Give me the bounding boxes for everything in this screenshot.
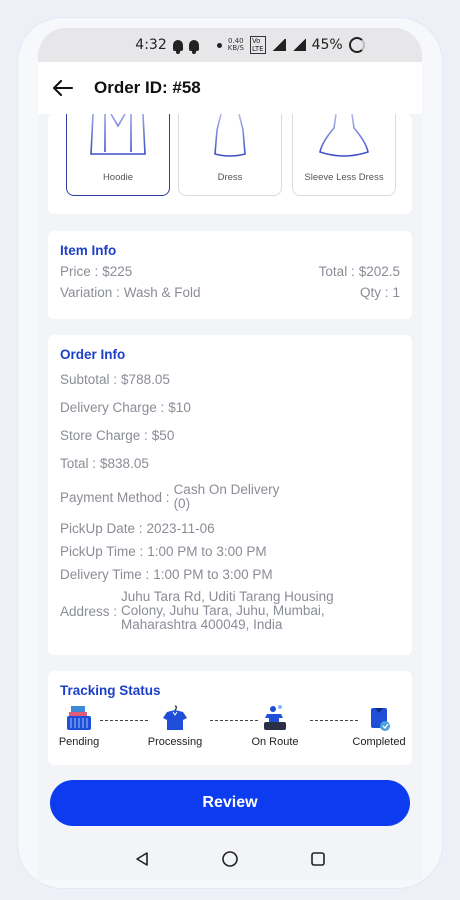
system-nav-bar [38, 838, 422, 880]
product-label: Sleeve Less Dress [304, 172, 384, 183]
review-button[interactable]: Review [50, 780, 410, 826]
tracking-step-label: On Route [251, 736, 299, 748]
washing-icon [264, 705, 286, 730]
payment-method-label: Payment Method : [60, 489, 170, 505]
square-recents-icon [311, 852, 325, 866]
tracking-step-pending: Pending [44, 704, 114, 748]
tracking-card: Tracking Status Pending Processing On Ro… [48, 671, 412, 765]
dress-icon [214, 114, 246, 157]
signal-icon [271, 39, 286, 51]
review-button-wrap: Review [50, 780, 410, 826]
item-total-label: Total : [318, 264, 355, 279]
battery-icon [348, 37, 365, 53]
circle-home-icon [222, 851, 238, 867]
tracking-step-label: Processing [147, 736, 203, 748]
pickup-time-value: 1:00 PM to 3:00 PM [147, 544, 267, 559]
subtotal-label: Subtotal : [60, 372, 118, 387]
net-speed-unit: KB/S [227, 44, 244, 52]
screen: 4:32 0.40 KB/S VoLTE 45% Order ID: #58 [38, 28, 422, 880]
store-charge-value: $50 [151, 428, 175, 443]
tracking-step-on-route: On Route [240, 704, 310, 748]
arrow-left-icon [53, 80, 73, 96]
item-total-value: $202.5 [358, 264, 400, 279]
battery-percent: 45% [311, 37, 343, 53]
order-total-label: Total : [60, 456, 97, 471]
address-line-1: Juhu Tara Rd, Uditi Tarang Housing [121, 589, 334, 604]
triangle-back-icon [136, 852, 148, 866]
delivery-time-value: 1:00 PM to 3:00 PM [153, 567, 273, 582]
back-button[interactable] [38, 62, 88, 114]
product-card-sleeveless-dress[interactable]: Sleeve Less Dress [292, 114, 396, 196]
laundry-basket-icon [67, 706, 91, 730]
tracking-title: Tracking Status [60, 683, 161, 698]
store-charge-label: Store Charge : [60, 428, 148, 443]
notification-bell-icon [172, 39, 183, 54]
delivery-charge-value: $10 [168, 400, 191, 415]
status-time: 4:32 [135, 37, 167, 53]
tracking-step-label: Pending [58, 736, 100, 748]
payment-method-line-2: (0) [173, 496, 191, 511]
qty-value: 1 [392, 285, 400, 300]
notification-bell-icon-2 [188, 39, 199, 54]
payment-method-line-1: Cash On Delivery [173, 482, 280, 497]
product-label: Hoodie [102, 172, 134, 183]
price-label: Price : [60, 264, 99, 279]
product-card-dress[interactable]: Dress [178, 114, 282, 196]
address-label: Address : [60, 603, 118, 619]
subtotal-value: $788.05 [121, 372, 170, 387]
delivery-charge-label: Delivery Charge : [60, 400, 165, 415]
variation-label: Variation : [60, 285, 120, 300]
shirt-hanger-icon [163, 705, 187, 730]
tracking-step-label: Completed [352, 736, 406, 748]
nav-home-button[interactable] [210, 844, 250, 874]
order-info-card: Order Info Subtotal : $788.05 Delivery Ch… [48, 335, 412, 655]
pickup-date-value: 2023-11-06 [146, 521, 215, 536]
page-title: Order ID: #58 [94, 78, 201, 97]
app-header: Order ID: #58 [38, 62, 422, 114]
address-value: Juhu Tara Rd, Uditi Tarang Housing Colon… [121, 590, 334, 632]
variation-value: Wash & Fold [123, 285, 201, 300]
nav-recents-button[interactable] [298, 844, 338, 874]
tracking-step-processing: Processing [140, 704, 210, 748]
folded-shirt-icon [371, 708, 390, 731]
payment-method-value: Cash On Delivery (0) [174, 483, 280, 511]
qty-label: Qty : [359, 285, 389, 300]
address-line-2: Colony, Juhu Tara, Juhu, Mumbai, [121, 603, 325, 618]
price-value: $225 [102, 264, 133, 279]
sleeveless-dress-icon [319, 114, 369, 157]
products-card: Hoodie Dress Sleeve Less Dress [48, 114, 412, 214]
tracking-steps: Pending Processing On Route Completed [59, 704, 406, 754]
item-info-card: Item Info Price : $225 Total : $202.5 Vari… [48, 231, 412, 319]
product-label: Dress [217, 172, 243, 183]
pickup-date-label: PickUp Date : [60, 521, 143, 536]
net-speed: 0.40 KB/S [228, 38, 244, 52]
delivery-time-label: Delivery Time : [60, 567, 150, 582]
item-info-title: Item Info [60, 243, 117, 258]
volte-icon: Vo LTE [249, 36, 266, 54]
address-line-3: Maharashtra 400049, India [121, 617, 283, 632]
product-card-hoodie[interactable]: Hoodie [66, 114, 170, 196]
signal-icon-2 [291, 39, 306, 51]
tracking-step-completed: Completed [344, 704, 414, 748]
dot-icon [216, 42, 222, 48]
order-info-title: Order Info [60, 347, 126, 362]
order-total-value: $838.05 [100, 456, 149, 471]
pickup-time-label: PickUp Time : [60, 544, 144, 559]
hoodie-icon [90, 114, 146, 155]
order-details-scroll[interactable]: Hoodie Dress Sleeve Less Dress Item Info [38, 114, 422, 794]
nav-back-button[interactable] [122, 844, 162, 874]
status-bar: 4:32 0.40 KB/S Vo LTE 45% [38, 28, 422, 62]
